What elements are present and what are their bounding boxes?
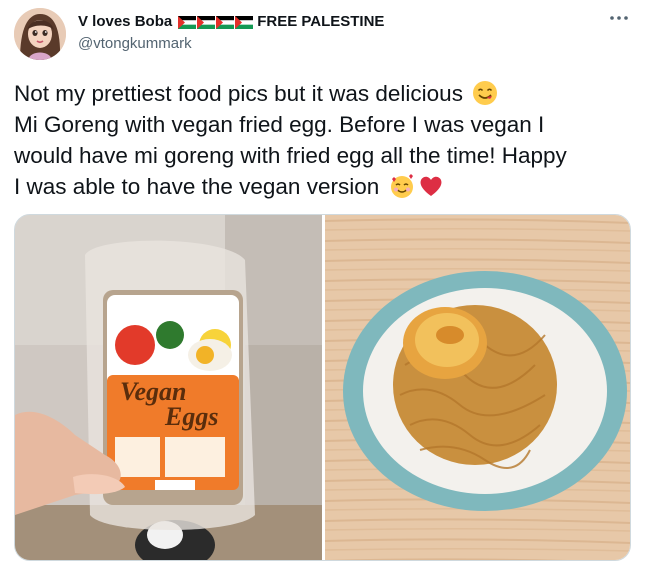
display-name-suffix: FREE PALESTINE — [257, 13, 385, 30]
avatar-illustration-icon — [14, 8, 66, 60]
tweet-line-1: Not my prettiest food pics but it was de… — [14, 78, 639, 109]
display-name-text: V loves Boba — [78, 13, 173, 30]
eggs-label: Eggs — [164, 402, 218, 431]
avatar[interactable] — [14, 8, 66, 60]
tweet-media: Vegan Eggs — [14, 214, 631, 561]
tweet-line-4: I was able to have the vegan version — [14, 171, 639, 202]
user-handle[interactable]: @vtongkummark — [78, 34, 384, 54]
tweet-text: Not my prettiest food pics but it was de… — [14, 78, 639, 202]
tweet-header: V loves Boba FREE PALESTINE @vtongkummar… — [14, 8, 634, 64]
palestine-flag-icon — [216, 15, 235, 29]
palestine-flag-icon — [178, 15, 197, 29]
yum-face-emoji — [472, 80, 498, 106]
tweet-line-2: Mi Goreng with vegan fried egg. Before I… — [14, 112, 545, 137]
palestine-flag-icon — [197, 15, 216, 29]
palestine-flag-icon — [235, 15, 254, 29]
tweet-line-1-text: Not my prettiest food pics but it was de… — [14, 81, 463, 106]
palestine-flags — [178, 15, 254, 29]
more-horizontal-icon[interactable] — [606, 12, 632, 32]
smiling-face-with-hearts-emoji — [389, 173, 415, 199]
tweet-line-3: would have mi goreng with fried egg all … — [14, 143, 567, 168]
tweet-line-4-text: I was able to have the vegan version — [14, 174, 380, 199]
display-name[interactable]: V loves Boba FREE PALESTINE — [78, 12, 384, 32]
mi-goreng-plate-photo[interactable] — [325, 215, 630, 560]
vegan-eggs-package-photo[interactable]: Vegan Eggs — [15, 215, 322, 560]
red-heart-emoji — [418, 173, 444, 199]
